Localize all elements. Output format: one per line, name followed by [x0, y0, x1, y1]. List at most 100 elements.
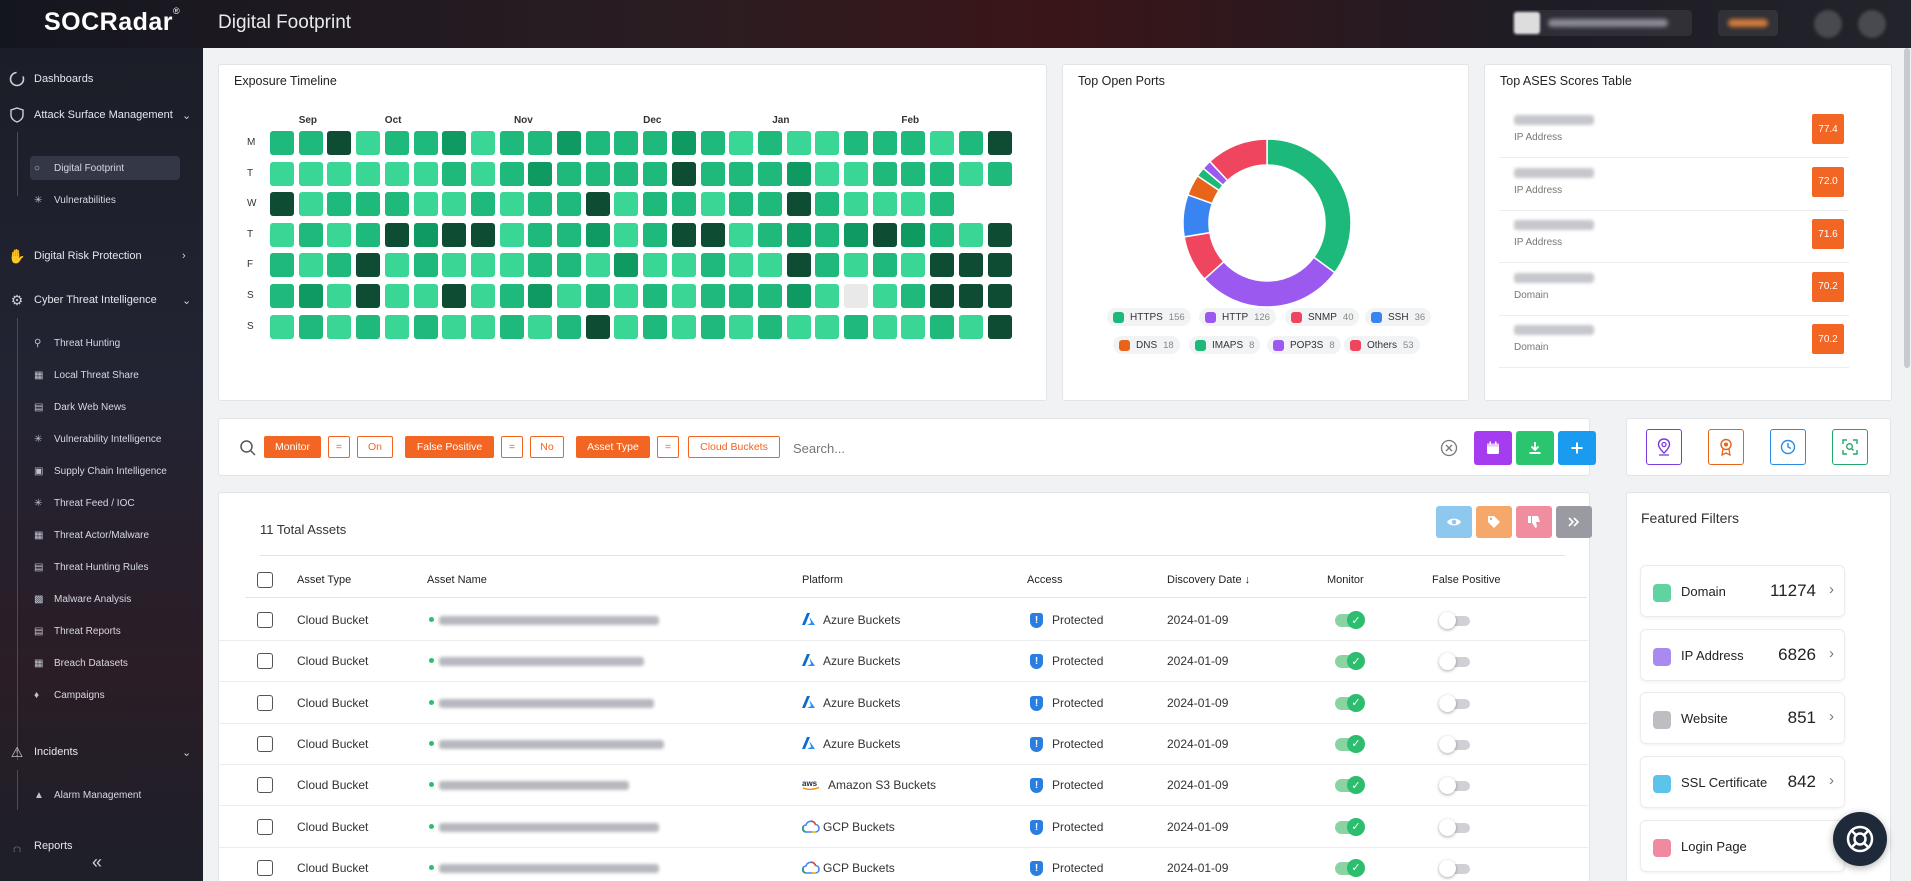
monitor-toggle[interactable]: ✓ — [1335, 858, 1365, 877]
heatmap-cell[interactable] — [671, 314, 696, 339]
heatmap-cell[interactable] — [585, 131, 610, 155]
heatmap-cell[interactable] — [987, 131, 1012, 155]
heatmap-cell[interactable] — [987, 253, 1012, 278]
featured-filter-ssl-certificate[interactable]: SSL Certificate 842 › — [1640, 756, 1845, 809]
heatmap-cell[interactable] — [327, 222, 352, 247]
sidebar-item-digital-risk-protection[interactable]: ✋ Digital Risk Protection › — [0, 242, 203, 270]
heatmap-cell[interactable] — [757, 284, 782, 308]
heatmap-cell[interactable] — [557, 284, 581, 308]
heatmap-cell[interactable] — [413, 253, 438, 278]
notification-icon[interactable] — [1814, 10, 1842, 38]
heatmap-cell[interactable] — [499, 161, 524, 186]
heatmap-cell[interactable] — [470, 192, 495, 217]
heatmap-cell[interactable] — [528, 131, 553, 155]
heatmap-cell[interactable] — [442, 161, 467, 186]
heatmap-cell[interactable] — [499, 131, 524, 155]
heatmap-cell[interactable] — [786, 284, 811, 308]
heatmap-cell[interactable] — [757, 314, 782, 339]
featured-filter-ip-address[interactable]: IP Address 6826 › — [1640, 628, 1845, 681]
heatmap-cell[interactable] — [270, 284, 294, 308]
legend-item-snmp[interactable]: SNMP 40 — [1285, 308, 1360, 326]
heatmap-cell[interactable] — [442, 284, 467, 308]
column-header-platform[interactable]: Platform — [802, 574, 843, 586]
heatmap-cell[interactable] — [643, 192, 668, 217]
filter-key-false-positive[interactable]: False Positive — [405, 436, 494, 458]
heatmap-cell[interactable] — [384, 131, 409, 155]
heatmap-cell[interactable] — [930, 131, 955, 155]
heatmap-cell[interactable] — [327, 192, 352, 217]
heatmap-cell[interactable] — [499, 314, 524, 339]
heatmap-cell[interactable] — [384, 192, 409, 217]
user-menu[interactable] — [1512, 10, 1692, 36]
tag-action-button[interactable] — [1476, 506, 1512, 538]
heatmap-cell[interactable] — [614, 253, 639, 278]
row-checkbox[interactable] — [257, 777, 273, 794]
filter-operator[interactable]: = — [328, 436, 350, 458]
heatmap-cell[interactable] — [643, 253, 668, 278]
false-positive-toggle[interactable] — [1439, 653, 1470, 671]
heatmap-cell[interactable] — [930, 161, 955, 186]
monitor-toggle[interactable]: ✓ — [1335, 652, 1365, 671]
heatmap-cell[interactable] — [442, 131, 467, 155]
select-all-checkbox[interactable] — [257, 572, 273, 588]
heatmap-cell[interactable] — [671, 284, 696, 308]
table-row[interactable]: Cloud Bucket aws Amazon S3 Buckets! Protect… — [218, 765, 1588, 807]
sidebar-item-cyber-threat-intelligence[interactable]: ⚙ Cyber Threat Intelligence ⌄ — [0, 286, 203, 314]
monitor-toggle[interactable]: ✓ — [1335, 611, 1365, 629]
heatmap-cell[interactable] — [729, 131, 754, 155]
heatmap-cell[interactable] — [298, 131, 323, 155]
table-row[interactable]: Cloud Bucket GCP Buckets! Protected 2024-01… — [218, 807, 1588, 848]
heatmap-cell[interactable] — [585, 222, 610, 247]
heatmap-cell[interactable] — [470, 131, 495, 155]
heatmap-cell[interactable] — [757, 192, 782, 217]
heatmap-cell[interactable] — [700, 222, 725, 247]
heatmap-cell[interactable] — [499, 284, 524, 308]
heatmap-cell[interactable] — [585, 161, 610, 186]
heatmap-cell[interactable] — [901, 161, 926, 186]
featured-filter-domain[interactable]: Domain 11274 › — [1640, 565, 1845, 617]
heatmap-cell[interactable] — [298, 161, 323, 186]
heatmap-cell[interactable] — [901, 222, 926, 247]
false-positive-action-button[interactable] — [1516, 506, 1552, 538]
table-row[interactable]: Cloud Bucket Azure Buckets! Protected 2024-… — [218, 641, 1588, 683]
heatmap-cell[interactable] — [729, 253, 754, 278]
heatmap-cell[interactable] — [442, 222, 467, 247]
heatmap-cell[interactable] — [356, 192, 381, 217]
filter-value-false-positive[interactable]: No — [530, 436, 564, 458]
heatmap-cell[interactable] — [958, 131, 983, 155]
heatmap-cell[interactable] — [987, 284, 1012, 308]
heatmap-cell[interactable] — [499, 253, 524, 278]
heatmap-cell[interactable] — [384, 314, 409, 339]
heatmap-cell[interactable] — [872, 314, 897, 339]
heatmap-cell[interactable] — [585, 192, 610, 217]
location-button[interactable] — [1646, 429, 1682, 465]
heatmap-cell[interactable] — [442, 314, 467, 339]
heatmap-cell[interactable] — [470, 161, 495, 186]
heatmap-cell[interactable] — [643, 314, 668, 339]
heatmap-cell[interactable] — [442, 192, 467, 217]
heatmap-cell[interactable] — [844, 253, 868, 278]
asset-name-redacted[interactable] — [439, 616, 659, 625]
sidebar-item-dashboards[interactable]: Dashboards — [0, 65, 203, 93]
false-positive-toggle[interactable] — [1439, 859, 1470, 877]
heatmap-cell[interactable] — [844, 284, 868, 308]
heatmap-cell[interactable] — [872, 131, 897, 155]
column-header-false-positive[interactable]: False Positive — [1432, 574, 1500, 586]
heatmap-cell[interactable] — [700, 253, 725, 278]
heatmap-cell[interactable] — [557, 161, 581, 186]
scan-button[interactable] — [1832, 429, 1868, 465]
filter-value-monitor[interactable]: On — [357, 436, 393, 458]
heatmap-cell[interactable] — [643, 131, 668, 155]
legend-item-dns[interactable]: DNS 18 — [1113, 336, 1180, 354]
table-row[interactable]: Cloud Bucket Azure Buckets! Protected 2024-… — [218, 724, 1588, 765]
heatmap-cell[interactable] — [528, 284, 553, 308]
support-button[interactable] — [1833, 812, 1887, 866]
heatmap-cell[interactable] — [958, 161, 983, 186]
heatmap-cell[interactable] — [614, 284, 639, 308]
sidebar-subitem-alarm-management[interactable]: ▲ Alarm Management — [30, 783, 180, 807]
clear-circle-icon[interactable] — [1440, 439, 1458, 457]
heatmap-cell[interactable] — [729, 161, 754, 186]
heatmap-cell[interactable] — [298, 192, 323, 217]
heatmap-cell[interactable] — [413, 222, 438, 247]
heatmap-cell[interactable] — [671, 192, 696, 217]
